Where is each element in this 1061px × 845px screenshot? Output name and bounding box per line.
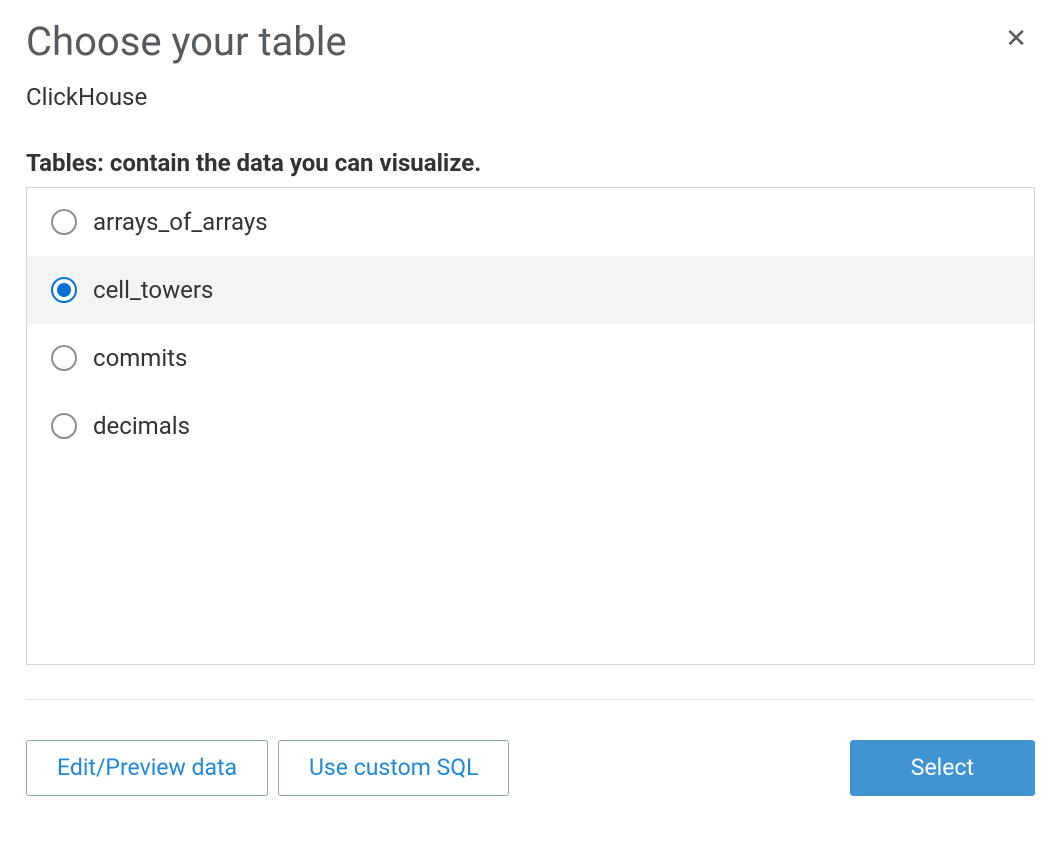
table-name-label: cell_towers xyxy=(93,276,213,304)
radio-icon[interactable] xyxy=(51,413,77,439)
table-name-label: decimals xyxy=(93,412,190,440)
edit-preview-button[interactable]: Edit/Preview data xyxy=(26,740,268,796)
radio-icon[interactable] xyxy=(51,209,77,235)
dialog-title: Choose your table xyxy=(26,18,347,65)
table-name-label: commits xyxy=(93,344,187,372)
use-custom-sql-button[interactable]: Use custom SQL xyxy=(278,740,509,796)
tables-section-label: Tables: contain the data you can visuali… xyxy=(26,149,1035,177)
table-row[interactable]: commits xyxy=(27,324,1034,392)
table-row[interactable]: decimals xyxy=(27,392,1034,460)
close-icon[interactable]: ✕ xyxy=(997,18,1035,60)
dialog-footer: Edit/Preview data Use custom SQL Select xyxy=(26,740,1035,796)
datasource-name: ClickHouse xyxy=(26,83,1035,111)
table-row[interactable]: arrays_of_arrays xyxy=(27,188,1034,256)
select-button[interactable]: Select xyxy=(850,740,1035,796)
radio-icon[interactable] xyxy=(51,345,77,371)
table-name-label: arrays_of_arrays xyxy=(93,208,268,236)
table-row[interactable]: cell_towers xyxy=(27,256,1034,324)
table-list: arrays_of_arrays cell_towerscommits decima… xyxy=(26,187,1035,665)
divider xyxy=(26,699,1035,700)
radio-icon[interactable] xyxy=(51,277,77,303)
